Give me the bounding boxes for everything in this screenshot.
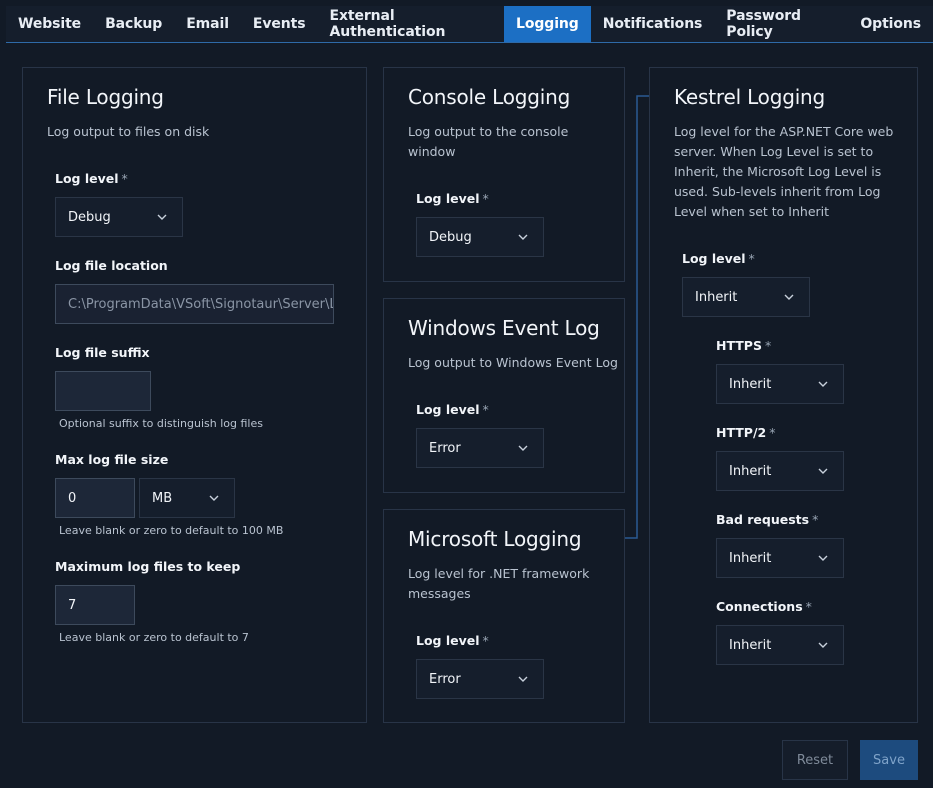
max-log-file-size-label: Max log file size xyxy=(55,452,169,467)
chevron-down-icon xyxy=(818,555,828,561)
windows-event-log-level-value: Error xyxy=(429,440,461,456)
tab-options[interactable]: Options xyxy=(848,6,933,42)
http2-log-level-value: Inherit xyxy=(729,463,772,479)
http2-label: HTTP/2 * xyxy=(716,425,776,440)
reset-button[interactable]: Reset xyxy=(782,740,848,780)
connections-log-level-select[interactable]: Inherit xyxy=(716,625,844,665)
console-log-level-value: Debug xyxy=(429,229,472,245)
max-log-file-size-unit-select[interactable]: MB xyxy=(139,478,235,518)
kestrel-log-level-select[interactable]: Inherit xyxy=(682,277,810,317)
chevron-down-icon xyxy=(784,294,794,300)
chevron-down-icon xyxy=(157,214,167,220)
max-log-files-hint: Leave blank or zero to default to 7 xyxy=(59,631,249,644)
microsoft-logging-card: Microsoft Logging Log level for .NET fra… xyxy=(383,509,625,723)
tab-external-authentication[interactable]: External Authentication xyxy=(318,6,505,42)
console-log-level-select[interactable]: Debug xyxy=(416,217,544,257)
kestrel-log-level-value: Inherit xyxy=(695,289,738,305)
chevron-down-icon xyxy=(518,234,528,240)
log-file-location-field: C:\ProgramData\VSoft\Signotaur\Server\Lo… xyxy=(55,284,334,324)
console-logging-title: Console Logging xyxy=(408,85,571,109)
microsoft-logging-description: Log level for .NET framework messages xyxy=(408,566,590,601)
kestrel-log-level-label: Log level * xyxy=(682,251,755,266)
kestrel-logging-card: Kestrel Logging Log level for the ASP.NE… xyxy=(649,67,918,723)
windows-event-log-level-select[interactable]: Error xyxy=(416,428,544,468)
chevron-down-icon xyxy=(818,381,828,387)
log-file-suffix-field[interactable] xyxy=(55,371,151,411)
log-file-suffix-label: Log file suffix xyxy=(55,345,150,360)
kestrel-logging-description: Log level for the ASP.NET Core web serve… xyxy=(674,124,894,219)
chevron-down-icon xyxy=(209,495,219,501)
settings-tab-bar: Website Backup Email Events External Aut… xyxy=(6,6,933,43)
windows-event-log-level-label: Log level * xyxy=(416,402,489,417)
chevron-down-icon xyxy=(818,642,828,648)
https-label: HTTPS * xyxy=(716,338,772,353)
microsoft-logging-title: Microsoft Logging xyxy=(408,527,582,551)
tab-notifications[interactable]: Notifications xyxy=(591,6,715,42)
microsoft-log-level-label: Log level * xyxy=(416,633,489,648)
https-log-level-value: Inherit xyxy=(729,376,772,392)
http2-log-level-select[interactable]: Inherit xyxy=(716,451,844,491)
https-log-level-select[interactable]: Inherit xyxy=(716,364,844,404)
console-logging-description: Log output to the console window xyxy=(408,124,569,159)
file-logging-title: File Logging xyxy=(47,85,164,109)
windows-event-log-description: Log output to Windows Event Log xyxy=(408,355,618,370)
tab-events[interactable]: Events xyxy=(241,6,318,42)
bad-requests-log-level-select[interactable]: Inherit xyxy=(716,538,844,578)
bad-requests-log-level-value: Inherit xyxy=(729,550,772,566)
log-file-suffix-hint: Optional suffix to distinguish log files xyxy=(59,417,263,430)
windows-event-log-card: Windows Event Log Log output to Windows … xyxy=(383,298,625,493)
bad-requests-label: Bad requests * xyxy=(716,512,819,527)
kestrel-logging-title: Kestrel Logging xyxy=(674,85,826,109)
tab-password-policy[interactable]: Password Policy xyxy=(714,6,848,42)
log-file-location-label: Log file location xyxy=(55,258,168,273)
max-log-files-label: Maximum log files to keep xyxy=(55,559,241,574)
console-log-level-label: Log level * xyxy=(416,191,489,206)
windows-event-log-title: Windows Event Log xyxy=(408,316,600,340)
connections-label: Connections * xyxy=(716,599,812,614)
max-log-file-size-hint: Leave blank or zero to default to 100 MB xyxy=(59,524,284,537)
size-unit-value: MB xyxy=(152,490,173,506)
tab-website[interactable]: Website xyxy=(6,6,93,42)
microsoft-log-level-value: Error xyxy=(429,671,461,687)
file-logging-description: Log output to files on disk xyxy=(47,124,210,139)
tab-backup[interactable]: Backup xyxy=(93,6,174,42)
max-log-files-field[interactable]: 7 xyxy=(55,585,135,625)
chevron-down-icon xyxy=(818,468,828,474)
chevron-down-icon xyxy=(518,445,528,451)
max-log-file-size-field[interactable]: 0 xyxy=(55,478,135,518)
tab-logging[interactable]: Logging xyxy=(504,6,591,42)
file-log-level-select[interactable]: Debug xyxy=(55,197,183,237)
file-logging-card: File Logging Log output to files on disk… xyxy=(22,67,367,723)
file-log-level-value: Debug xyxy=(68,209,111,225)
chevron-down-icon xyxy=(518,676,528,682)
connections-log-level-value: Inherit xyxy=(729,637,772,653)
tab-email[interactable]: Email xyxy=(174,6,241,42)
console-logging-card: Console Logging Log output to the consol… xyxy=(383,67,625,282)
file-log-level-label: Log level * xyxy=(55,171,128,186)
save-button[interactable]: Save xyxy=(860,740,918,780)
microsoft-log-level-select[interactable]: Error xyxy=(416,659,544,699)
